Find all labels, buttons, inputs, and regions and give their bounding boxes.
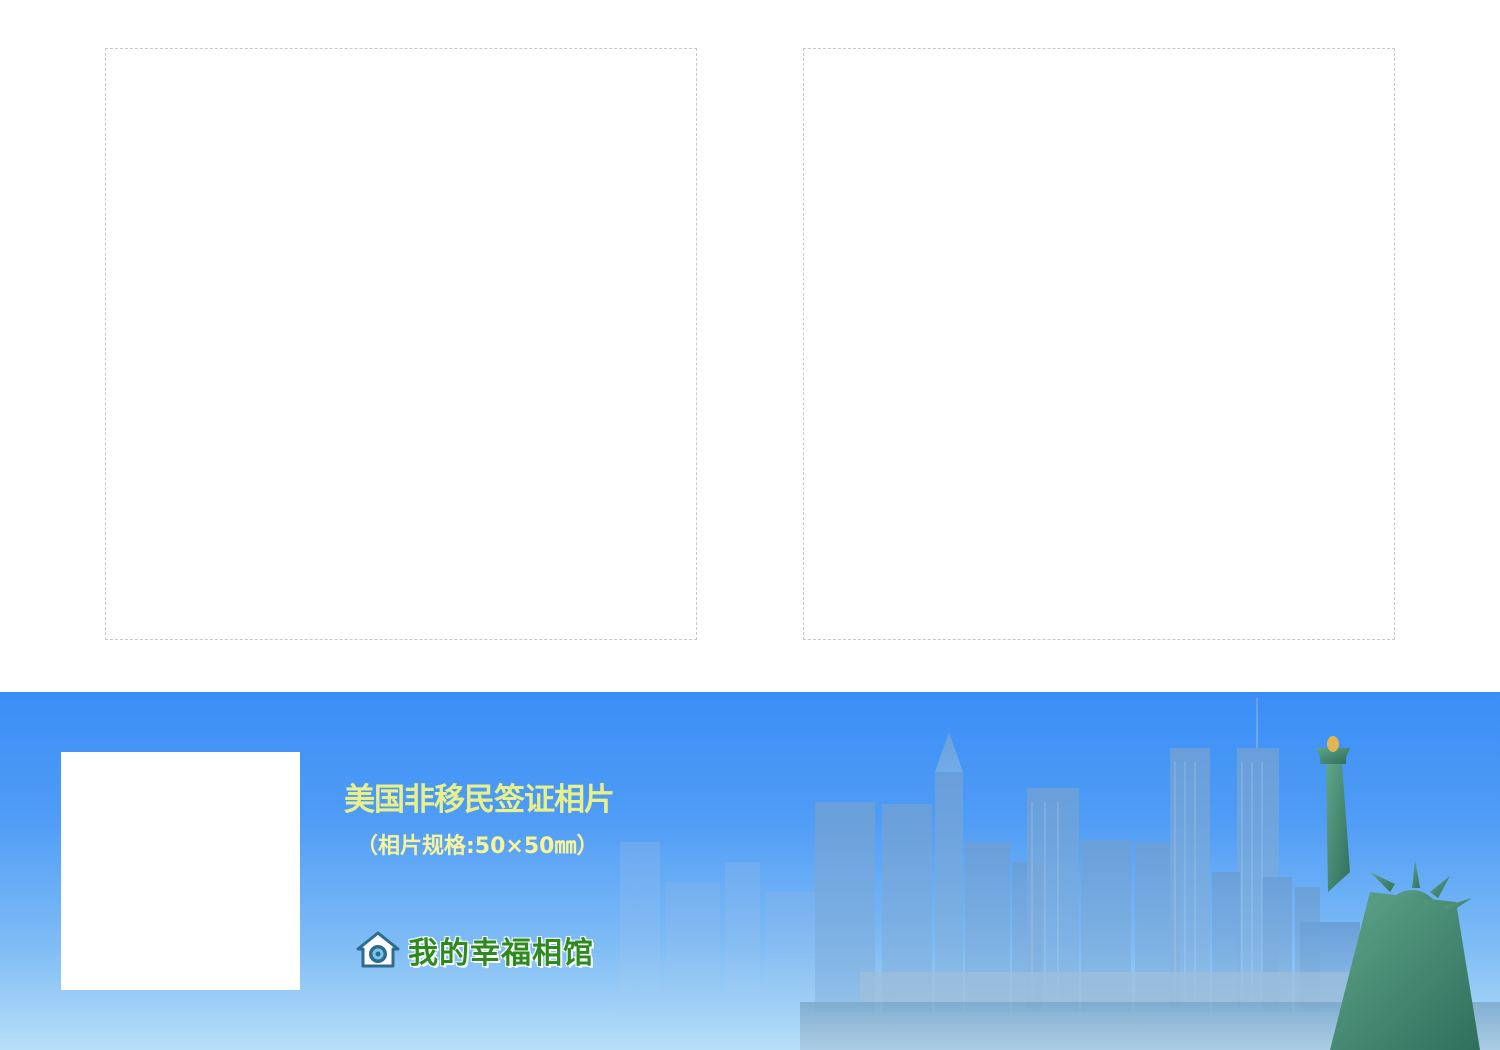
photo-slot-right [803, 48, 1395, 640]
brand-logo: 我的幸福相馆 [356, 928, 594, 972]
brand-name: 我的幸福相馆 [408, 936, 594, 971]
house-camera-icon [356, 931, 400, 968]
banner-title: 美国非移民签证相片 [344, 782, 615, 818]
skyline-image [620, 698, 1500, 1050]
bottom-banner: 美国非移民签证相片 （相片规格:50×50㎜） 我的幸福相馆 [0, 692, 1500, 1050]
photo-spec: （相片规格:50×50㎜） [356, 834, 599, 859]
photo-slot-left [105, 48, 697, 640]
photo-thumbnail [61, 752, 300, 990]
